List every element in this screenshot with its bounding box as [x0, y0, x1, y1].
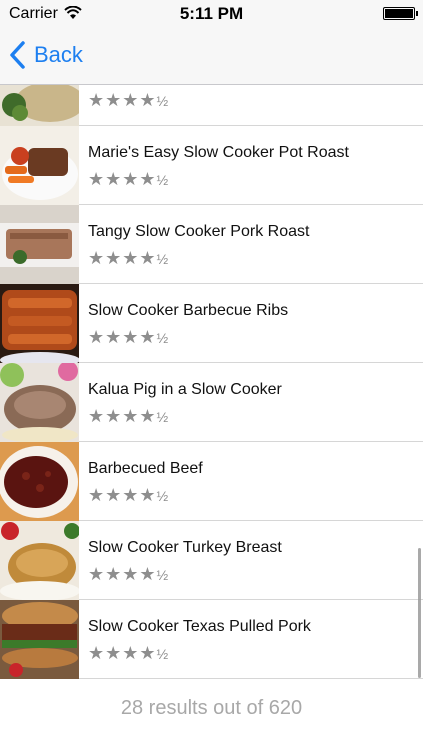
recipe-title: Tangy Slow Cooker Pork Roast	[88, 223, 310, 240]
recipe-title: Slow Cooker Turkey Breast	[88, 539, 282, 556]
navigation-bar: Carrier 5:11 PM Back	[0, 0, 423, 85]
recipe-row[interactable]: ★★★★½	[0, 85, 423, 126]
recipe-title: Slow Cooker Barbecue Ribs	[88, 302, 289, 319]
recipe-thumbnail	[0, 205, 79, 284]
recipe-thumbnail	[0, 126, 79, 205]
rating-value: ★★★★	[88, 169, 157, 189]
recipe-list[interactable]: ★★★★½ Marie's Easy Slow Cooker Pot Roast…	[0, 85, 423, 750]
rating-value: ★★★★	[88, 643, 157, 663]
rating-half: ½	[156, 488, 169, 504]
recipe-row[interactable]: Tangy Slow Cooker Pork Roast ★★★★½	[0, 205, 423, 284]
battery-icon	[383, 7, 418, 20]
recipe-thumbnail	[0, 284, 79, 363]
rating-half: ½	[156, 567, 169, 583]
rating-value: ★★★★	[88, 327, 157, 347]
rating-stars: ★★★★½	[88, 406, 168, 427]
rating-value: ★★★★	[88, 406, 157, 426]
recipe-title: Kalua Pig in a Slow Cooker	[88, 381, 282, 398]
recipe-row[interactable]: Marie's Easy Slow Cooker Pot Roast ★★★★½	[0, 126, 423, 205]
rating-stars: ★★★★½	[88, 248, 168, 269]
recipe-thumbnail	[0, 85, 79, 126]
status-bar: Carrier 5:11 PM	[0, 0, 423, 28]
results-count: 28 results out of 620	[120, 697, 303, 719]
rating-stars: ★★★★½	[88, 327, 168, 348]
rating-value: ★★★★	[88, 90, 157, 110]
rating-stars: ★★★★½	[88, 485, 168, 506]
rating-half: ½	[156, 93, 169, 109]
rating-stars: ★★★★½	[88, 90, 168, 111]
status-time: 5:11 PM	[179, 4, 244, 23]
rating-half: ½	[156, 646, 169, 662]
rating-half: ½	[156, 251, 169, 267]
rating-half: ½	[156, 330, 169, 346]
recipe-title: Slow Cooker Texas Pulled Pork	[88, 618, 311, 635]
recipe-row[interactable]: Slow Cooker Texas Pulled Pork ★★★★½	[0, 600, 423, 679]
rating-value: ★★★★	[88, 564, 157, 584]
back-button[interactable]: Back	[8, 38, 83, 72]
rating-half: ½	[156, 172, 169, 188]
rating-stars: ★★★★½	[88, 564, 168, 585]
recipe-thumbnail	[0, 521, 79, 600]
rating-value: ★★★★	[88, 248, 157, 268]
recipe-thumbnail	[0, 600, 79, 679]
recipe-row[interactable]: Barbecued Beef ★★★★½	[0, 442, 423, 521]
recipe-thumbnail	[0, 363, 79, 442]
chevron-left-icon	[10, 41, 25, 69]
back-button-label: Back	[34, 42, 83, 67]
scrollbar[interactable]	[418, 548, 421, 678]
recipe-row[interactable]: Kalua Pig in a Slow Cooker ★★★★½	[0, 363, 423, 442]
recipe-row[interactable]: Slow Cooker Turkey Breast ★★★★½	[0, 521, 423, 600]
rating-stars: ★★★★½	[88, 169, 168, 190]
rating-half: ½	[156, 409, 169, 425]
rating-value: ★★★★	[88, 485, 157, 505]
recipe-title: Barbecued Beef	[88, 460, 203, 477]
rating-stars: ★★★★½	[88, 643, 168, 664]
recipe-row[interactable]: Slow Cooker Barbecue Ribs ★★★★½	[0, 284, 423, 363]
recipe-title: Marie's Easy Slow Cooker Pot Roast	[88, 144, 349, 161]
recipe-thumbnail	[0, 442, 79, 521]
